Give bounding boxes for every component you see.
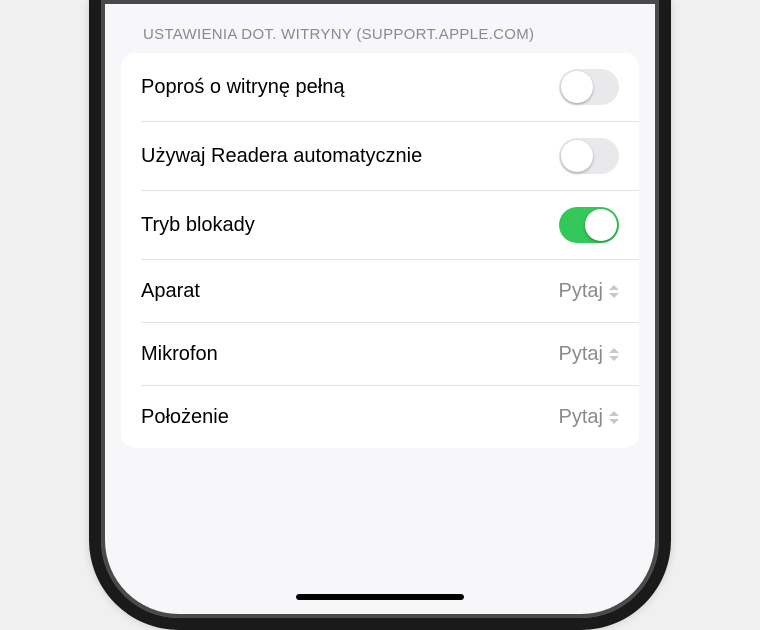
row-label-reader: Używaj Readera automatycznie — [141, 145, 422, 168]
toggle-knob — [561, 140, 593, 172]
toggle-lockdown[interactable] — [559, 207, 619, 243]
select-location[interactable]: Pytaj — [559, 406, 619, 429]
row-camera: Aparat Pytaj — [121, 260, 639, 322]
row-label-camera: Aparat — [141, 280, 200, 303]
toggle-reader[interactable] — [559, 138, 619, 174]
select-camera-value: Pytaj — [559, 280, 603, 303]
updown-icon — [609, 411, 619, 424]
row-label-location: Położenie — [141, 406, 229, 429]
updown-icon — [609, 285, 619, 298]
home-indicator — [296, 594, 464, 600]
website-settings-list: Poproś o witrynę pełną Używaj Readera au… — [121, 53, 639, 448]
select-microphone-value: Pytaj — [559, 343, 603, 366]
select-location-value: Pytaj — [559, 406, 603, 429]
select-camera[interactable]: Pytaj — [559, 280, 619, 303]
phone-frame: USTAWIENIA DOT. WITRYNY (SUPPORT.APPLE.C… — [89, 0, 671, 630]
row-label-lockdown: Tryb blokady — [141, 214, 255, 237]
updown-icon — [609, 348, 619, 361]
row-location: Położenie Pytaj — [121, 386, 639, 448]
row-label-desktop: Poproś o witrynę pełną — [141, 76, 344, 99]
row-microphone: Mikrofon Pytaj — [121, 323, 639, 385]
row-reader: Używaj Readera automatycznie — [121, 122, 639, 190]
row-request-desktop: Poproś o witrynę pełną — [121, 53, 639, 121]
row-lockdown: Tryb blokady — [121, 191, 639, 259]
section-header: USTAWIENIA DOT. WITRYNY (SUPPORT.APPLE.C… — [119, 0, 641, 53]
select-microphone[interactable]: Pytaj — [559, 343, 619, 366]
toggle-knob — [585, 209, 617, 241]
toggle-request-desktop[interactable] — [559, 69, 619, 105]
row-label-microphone: Mikrofon — [141, 343, 218, 366]
toggle-knob — [561, 71, 593, 103]
